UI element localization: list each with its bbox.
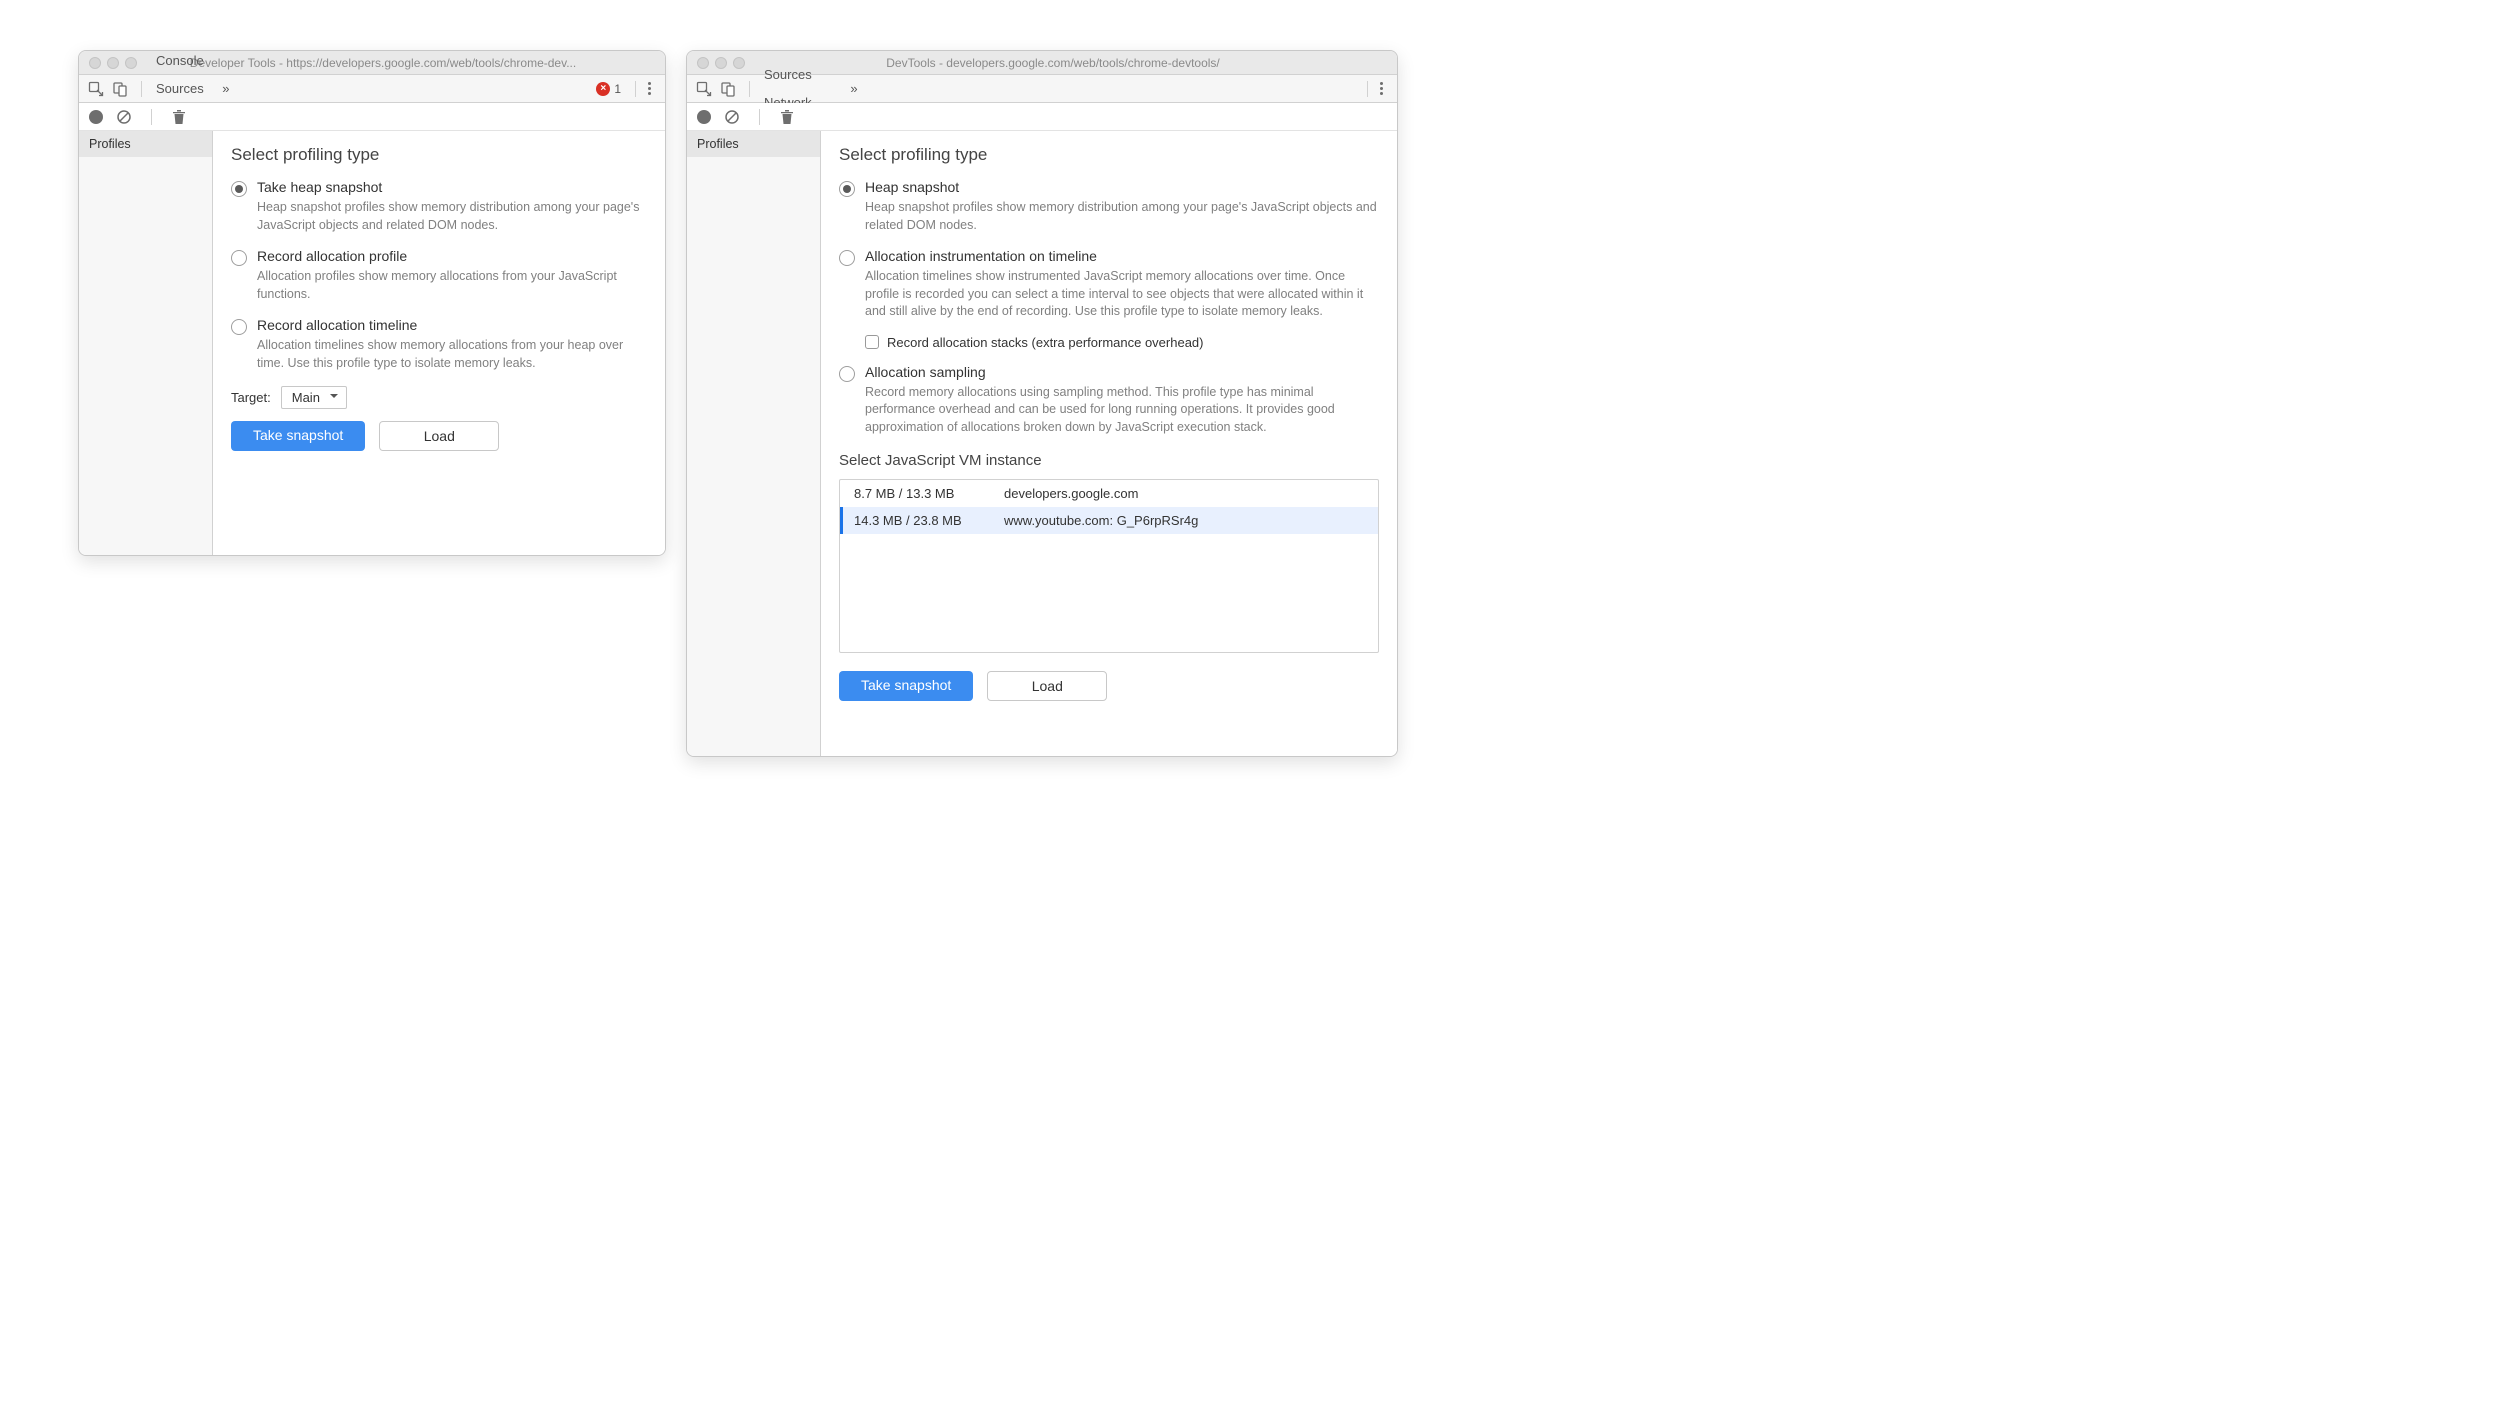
- zoom-icon[interactable]: [125, 57, 137, 69]
- minimize-icon[interactable]: [107, 57, 119, 69]
- radio-icon[interactable]: [839, 250, 855, 266]
- target-select[interactable]: Main: [281, 386, 347, 409]
- panel-tabs: ElementsConsoleSourcesNetworkMemory » × …: [79, 75, 665, 103]
- record-icon[interactable]: [697, 110, 711, 124]
- close-icon[interactable]: [697, 57, 709, 69]
- more-menu-icon[interactable]: [1374, 82, 1389, 95]
- vm-size: 14.3 MB / 23.8 MB: [854, 513, 1004, 528]
- separator: [151, 109, 152, 125]
- chevron-right-icon[interactable]: »: [222, 81, 229, 96]
- vm-instance-table: 8.7 MB / 13.3 MBdevelopers.google.com14.…: [839, 479, 1379, 653]
- option-title: Record allocation profile: [257, 248, 647, 264]
- clear-icon[interactable]: [723, 108, 741, 126]
- radio-icon[interactable]: [231, 250, 247, 266]
- panel-tabs: ElementsConsoleSourcesNetworkPerformance…: [687, 75, 1397, 103]
- tab-console[interactable]: Console: [756, 50, 846, 61]
- heading-select-profiling: Select profiling type: [839, 145, 1379, 165]
- checkbox-label: Record allocation stacks (extra performa…: [887, 335, 1203, 350]
- option-title: Take heap snapshot: [257, 179, 647, 195]
- separator: [141, 81, 142, 97]
- trash-icon[interactable]: [170, 108, 188, 126]
- window-controls[interactable]: [697, 57, 745, 69]
- separator: [759, 109, 760, 125]
- main-pane: Select profiling type Take heap snapshot…: [213, 131, 665, 555]
- window-controls[interactable]: [89, 57, 137, 69]
- record-icon[interactable]: [89, 110, 103, 124]
- vm-name: developers.google.com: [1004, 486, 1364, 501]
- vm-name: www.youtube.com: G_P6rpRSr4g: [1004, 513, 1364, 528]
- profiling-option[interactable]: Allocation instrumentation on timeline Al…: [839, 248, 1379, 321]
- tab-console[interactable]: Console: [148, 50, 218, 75]
- radio-icon[interactable]: [231, 319, 247, 335]
- profiling-option[interactable]: Record allocation profile Allocation prof…: [231, 248, 647, 303]
- separator: [635, 81, 636, 97]
- option-desc: Heap snapshot profiles show memory distr…: [865, 199, 1379, 234]
- device-toggle-icon[interactable]: [719, 80, 737, 98]
- take-snapshot-button[interactable]: Take snapshot: [839, 671, 973, 701]
- profiling-option[interactable]: Take heap snapshot Heap snapshot profiles…: [231, 179, 647, 234]
- vm-instance-row[interactable]: 14.3 MB / 23.8 MBwww.youtube.com: G_P6rp…: [840, 507, 1378, 534]
- window-title: Developer Tools - https://developers.goo…: [149, 56, 655, 70]
- option-title: Allocation sampling: [865, 364, 1379, 380]
- option-title: Heap snapshot: [865, 179, 1379, 195]
- heading-select-profiling: Select profiling type: [231, 145, 647, 165]
- checkbox-icon[interactable]: [865, 335, 879, 349]
- take-snapshot-button[interactable]: Take snapshot: [231, 421, 365, 451]
- sidebar: Profiles: [687, 131, 821, 756]
- option-desc: Allocation profiles show memory allocati…: [257, 268, 647, 303]
- inspect-icon[interactable]: [695, 80, 713, 98]
- option-desc: Record memory allocations using sampling…: [865, 384, 1379, 437]
- option-title: Record allocation timeline: [257, 317, 647, 333]
- profiling-option[interactable]: Heap snapshot Heap snapshot profiles show…: [839, 179, 1379, 234]
- radio-icon[interactable]: [231, 181, 247, 197]
- vm-empty-space: [840, 534, 1378, 652]
- window-title: DevTools - developers.google.com/web/too…: [757, 56, 1387, 70]
- separator: [749, 81, 750, 97]
- inspect-icon[interactable]: [87, 80, 105, 98]
- more-menu-icon[interactable]: [642, 82, 657, 95]
- tab-sources[interactable]: Sources: [148, 75, 218, 103]
- record-allocation-stacks-checkbox[interactable]: Record allocation stacks (extra performa…: [865, 335, 1379, 350]
- option-title: Allocation instrumentation on timeline: [865, 248, 1379, 264]
- tab-sources[interactable]: Sources: [756, 61, 846, 89]
- clear-icon[interactable]: [115, 108, 133, 126]
- memory-toolbar: [687, 103, 1397, 131]
- close-icon[interactable]: [89, 57, 101, 69]
- target-label: Target:: [231, 390, 271, 405]
- error-count-value: 1: [614, 82, 621, 96]
- sidebar: Profiles: [79, 131, 213, 555]
- radio-icon[interactable]: [839, 181, 855, 197]
- chevron-right-icon[interactable]: »: [850, 81, 857, 96]
- option-desc: Allocation timelines show instrumented J…: [865, 268, 1379, 321]
- load-button[interactable]: Load: [379, 421, 499, 451]
- minimize-icon[interactable]: [715, 57, 727, 69]
- heading-vm-instance: Select JavaScript VM instance: [839, 452, 1379, 469]
- separator: [1367, 81, 1368, 97]
- profiling-option[interactable]: Allocation sampling Record memory allocat…: [839, 364, 1379, 437]
- profiling-option[interactable]: Record allocation timeline Allocation tim…: [231, 317, 647, 372]
- option-desc: Allocation timelines show memory allocat…: [257, 337, 647, 372]
- zoom-icon[interactable]: [733, 57, 745, 69]
- devtools-window-left: Developer Tools - https://developers.goo…: [78, 50, 666, 556]
- sidebar-header-profiles[interactable]: Profiles: [687, 131, 820, 157]
- target-select-value: Main: [292, 390, 320, 405]
- load-button[interactable]: Load: [987, 671, 1107, 701]
- sidebar-header-profiles[interactable]: Profiles: [79, 131, 212, 157]
- trash-icon[interactable]: [778, 108, 796, 126]
- error-count[interactable]: × 1: [596, 82, 621, 96]
- vm-instance-row[interactable]: 8.7 MB / 13.3 MBdevelopers.google.com: [840, 480, 1378, 507]
- memory-toolbar: [79, 103, 665, 131]
- error-badge-icon: ×: [596, 82, 610, 96]
- option-desc: Heap snapshot profiles show memory distr…: [257, 199, 647, 234]
- radio-icon[interactable]: [839, 366, 855, 382]
- main-pane: Select profiling type Heap snapshotHeap …: [821, 131, 1397, 756]
- vm-size: 8.7 MB / 13.3 MB: [854, 486, 1004, 501]
- devtools-window-right: DevTools - developers.google.com/web/too…: [686, 50, 1398, 757]
- device-toggle-icon[interactable]: [111, 80, 129, 98]
- caret-down-icon: [330, 394, 338, 402]
